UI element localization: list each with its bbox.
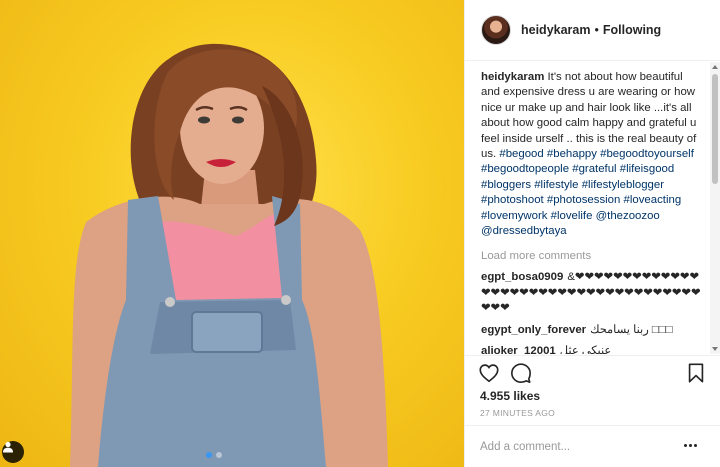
caption-text: It's not about how beautiful and expensi… xyxy=(481,71,697,161)
carousel-dot-active xyxy=(206,452,212,458)
post-header: heidykaram • Following xyxy=(465,0,720,61)
comment-text: ربنا يسامحك □□□ xyxy=(590,323,673,336)
hashtag-link[interactable]: #lifestyleblogger xyxy=(582,179,664,191)
caption-hashtags: #begood #behappy #begoodtoyourself #bego… xyxy=(481,148,694,237)
comments-scrollbar[interactable] xyxy=(710,62,720,354)
hashtag-link[interactable]: #begoodtopeople xyxy=(481,163,569,175)
user-tag-button[interactable] xyxy=(2,441,24,463)
more-options-dot xyxy=(694,443,697,447)
comment-username[interactable]: aljoker_12001 xyxy=(481,345,556,354)
scroll-down-arrow-icon[interactable] xyxy=(712,347,718,351)
action-bar xyxy=(478,362,708,386)
hashtag-link[interactable]: #bloggers xyxy=(481,179,531,191)
header-username[interactable]: heidykaram xyxy=(521,23,590,37)
carousel-dot xyxy=(216,452,222,458)
hashtag-link[interactable]: @dressedbytaya xyxy=(481,225,567,237)
hashtag-link[interactable]: #lifeisgood xyxy=(620,163,674,175)
caption-author[interactable]: heidykaram xyxy=(481,71,544,83)
hashtag-link[interactable]: #photoshoot xyxy=(481,194,544,206)
comment-box-divider xyxy=(464,425,720,426)
load-more-comments-button[interactable]: Load more comments xyxy=(481,249,704,264)
hashtag-link[interactable]: #begood xyxy=(499,148,543,160)
scrollbar-thumb[interactable] xyxy=(712,74,718,184)
hashtag-link[interactable]: #loveacting xyxy=(624,194,682,206)
more-options-dot xyxy=(684,443,687,447)
heart-icon[interactable] xyxy=(478,362,500,384)
following-button[interactable]: Following xyxy=(603,23,661,37)
scroll-up-arrow-icon[interactable] xyxy=(712,65,718,69)
post-timestamp[interactable]: 27 MINUTES AGO xyxy=(480,408,555,418)
user-tag-icon xyxy=(3,441,13,453)
comment-row: egypt_only_forever ربنا يسامحك □□□ xyxy=(481,323,704,338)
hashtag-link[interactable]: #lifestyle xyxy=(534,179,578,191)
more-options-dot xyxy=(689,443,692,447)
comment-thread: egpt_bosa0909 &❤❤❤❤❤❤❤❤❤❤❤❤❤❤❤❤❤❤❤❤❤❤❤❤❤❤… xyxy=(481,270,704,354)
hashtag-link[interactable]: #behappy xyxy=(547,148,597,160)
comment-row: egpt_bosa0909 &❤❤❤❤❤❤❤❤❤❤❤❤❤❤❤❤❤❤❤❤❤❤❤❤❤❤… xyxy=(481,270,704,316)
hashtag-link[interactable]: @thezoozoo xyxy=(596,210,660,222)
comment-username[interactable]: egypt_only_forever xyxy=(481,324,586,336)
hashtag-link[interactable]: #lovemywork xyxy=(481,210,547,222)
like-count[interactable]: 4.955 likes xyxy=(480,389,540,403)
header-separator: • xyxy=(594,23,599,37)
caption: heidykaram It's not about how beautiful … xyxy=(481,70,704,239)
post-photo-illustration xyxy=(70,43,388,467)
carousel-indicator xyxy=(206,452,222,458)
avatar[interactable] xyxy=(481,15,511,45)
comment-username[interactable]: egpt_bosa0909 xyxy=(481,271,563,283)
hashtag-link[interactable]: #photosession xyxy=(547,194,620,206)
hashtag-link[interactable]: #grateful xyxy=(572,163,616,175)
actions-divider xyxy=(464,355,720,356)
comment-row: aljoker_12001 عنيكي عثل xyxy=(481,344,704,354)
bookmark-icon[interactable] xyxy=(685,362,707,384)
comment-icon[interactable] xyxy=(510,362,532,384)
post-photo[interactable] xyxy=(0,0,464,467)
more-options-icon[interactable] xyxy=(684,438,700,452)
add-comment-input[interactable] xyxy=(480,437,675,457)
hashtag-link[interactable]: #lovelife xyxy=(551,210,593,222)
hashtag-link[interactable]: #begoodtoyourself xyxy=(600,148,694,160)
comment-text: عنيكي عثل xyxy=(559,345,612,354)
comments-list[interactable]: heidykaram It's not about how beautiful … xyxy=(465,62,710,354)
